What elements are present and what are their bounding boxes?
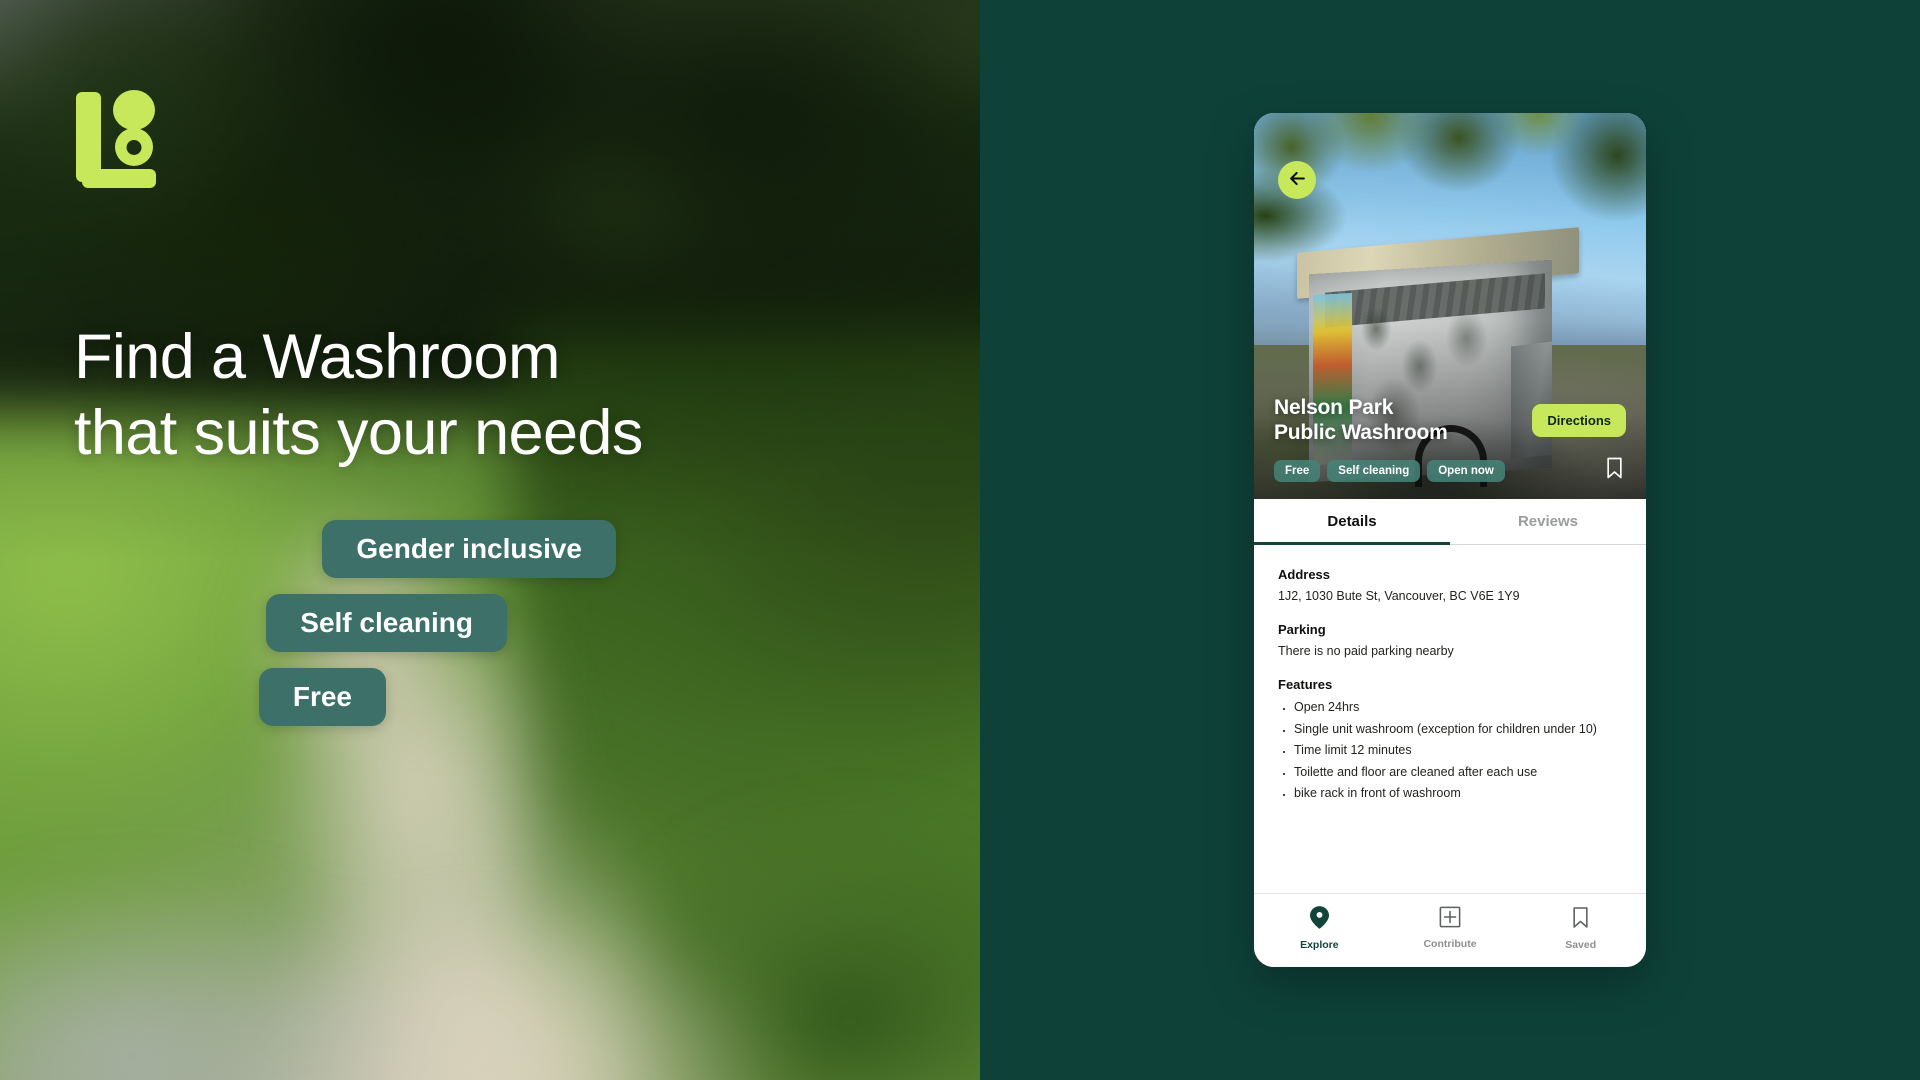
features-list: Open 24hrs Single unit washroom (excepti…	[1278, 696, 1624, 807]
parking-title: Parking	[1278, 622, 1326, 638]
badge-free: Free	[1274, 459, 1321, 482]
detail-tabs: Details Reviews	[1254, 499, 1646, 545]
bookmark-icon	[1571, 906, 1590, 932]
address-section: Address 1J2, 1030 Bute St, Vancouver, BC…	[1278, 567, 1624, 605]
hero-copy: Find a Washroom that suits your needs	[74, 320, 643, 471]
feature-item: Toilette and floor are cleaned after eac…	[1278, 761, 1624, 786]
plus-square-icon	[1439, 906, 1461, 931]
bottom-navigation: Explore Contribute Saved	[1254, 893, 1646, 967]
feature-pill-self-cleaning[interactable]: Self cleaning	[266, 594, 507, 652]
nav-label-explore: Explore	[1300, 939, 1339, 951]
place-title: Nelson Park Public Washroom	[1274, 396, 1448, 444]
nav-item-contribute[interactable]: Contribute	[1385, 906, 1516, 951]
hero-panel: Find a Washroom that suits your needs Ge…	[0, 0, 980, 1080]
save-bookmark-button[interactable]	[1605, 456, 1626, 485]
nav-label-saved: Saved	[1565, 939, 1597, 951]
page-title: Find a Washroom that suits your needs	[74, 322, 643, 468]
bookmark-icon	[1605, 457, 1624, 483]
tab-details[interactable]: Details	[1254, 499, 1450, 545]
feature-item: bike rack in front of washroom	[1278, 782, 1624, 807]
nav-item-saved[interactable]: Saved	[1515, 906, 1646, 951]
back-button[interactable]	[1278, 161, 1316, 199]
features-section: Features Open 24hrs Single unit washroom…	[1278, 677, 1624, 807]
nav-label-contribute: Contribute	[1423, 938, 1477, 950]
feature-pill-free[interactable]: Free	[258, 668, 386, 726]
feature-item: Time limit 12 minutes	[1278, 739, 1624, 764]
address-title: Address	[1278, 567, 1331, 582]
hero-feature-pills: Gender inclusive Self cleaning Free	[0, 520, 980, 726]
nav-item-explore[interactable]: Explore	[1254, 906, 1385, 951]
badge-open-now: Open now	[1427, 459, 1505, 482]
feature-pill-gender-inclusive[interactable]: Gender inclusive	[322, 520, 616, 578]
place-badges: Free Self cleaning Open now	[1274, 459, 1505, 482]
place-overlay: Nelson Park Public Washroom Directions F…	[1254, 396, 1646, 499]
badge-self-cleaning: Self cleaning	[1327, 459, 1421, 482]
directions-button[interactable]: Directions	[1532, 404, 1626, 437]
details-content: Address 1J2, 1030 Bute St, Vancouver, BC…	[1254, 545, 1646, 893]
showcase-panel: Nelson Park Public Washroom Directions F…	[980, 0, 1920, 1080]
location-pin-icon	[1309, 906, 1329, 932]
feature-item: Open 24hrs	[1278, 696, 1624, 721]
tab-reviews[interactable]: Reviews	[1450, 499, 1646, 545]
parking-section: Parking There is no paid parking nearby	[1278, 622, 1624, 660]
parking-value: There is no paid parking nearby	[1278, 644, 1454, 659]
arrow-left-icon	[1288, 169, 1307, 191]
lo-logo	[76, 84, 168, 204]
address-value: 1J2, 1030 Bute St, Vancouver, BC V6E 1Y9	[1278, 589, 1520, 603]
features-title: Features	[1278, 677, 1333, 693]
phone-mockup: Nelson Park Public Washroom Directions F…	[1254, 113, 1646, 967]
place-photo-header: Nelson Park Public Washroom Directions F…	[1254, 113, 1646, 499]
feature-item: Single unit washroom (exception for chil…	[1278, 718, 1624, 743]
